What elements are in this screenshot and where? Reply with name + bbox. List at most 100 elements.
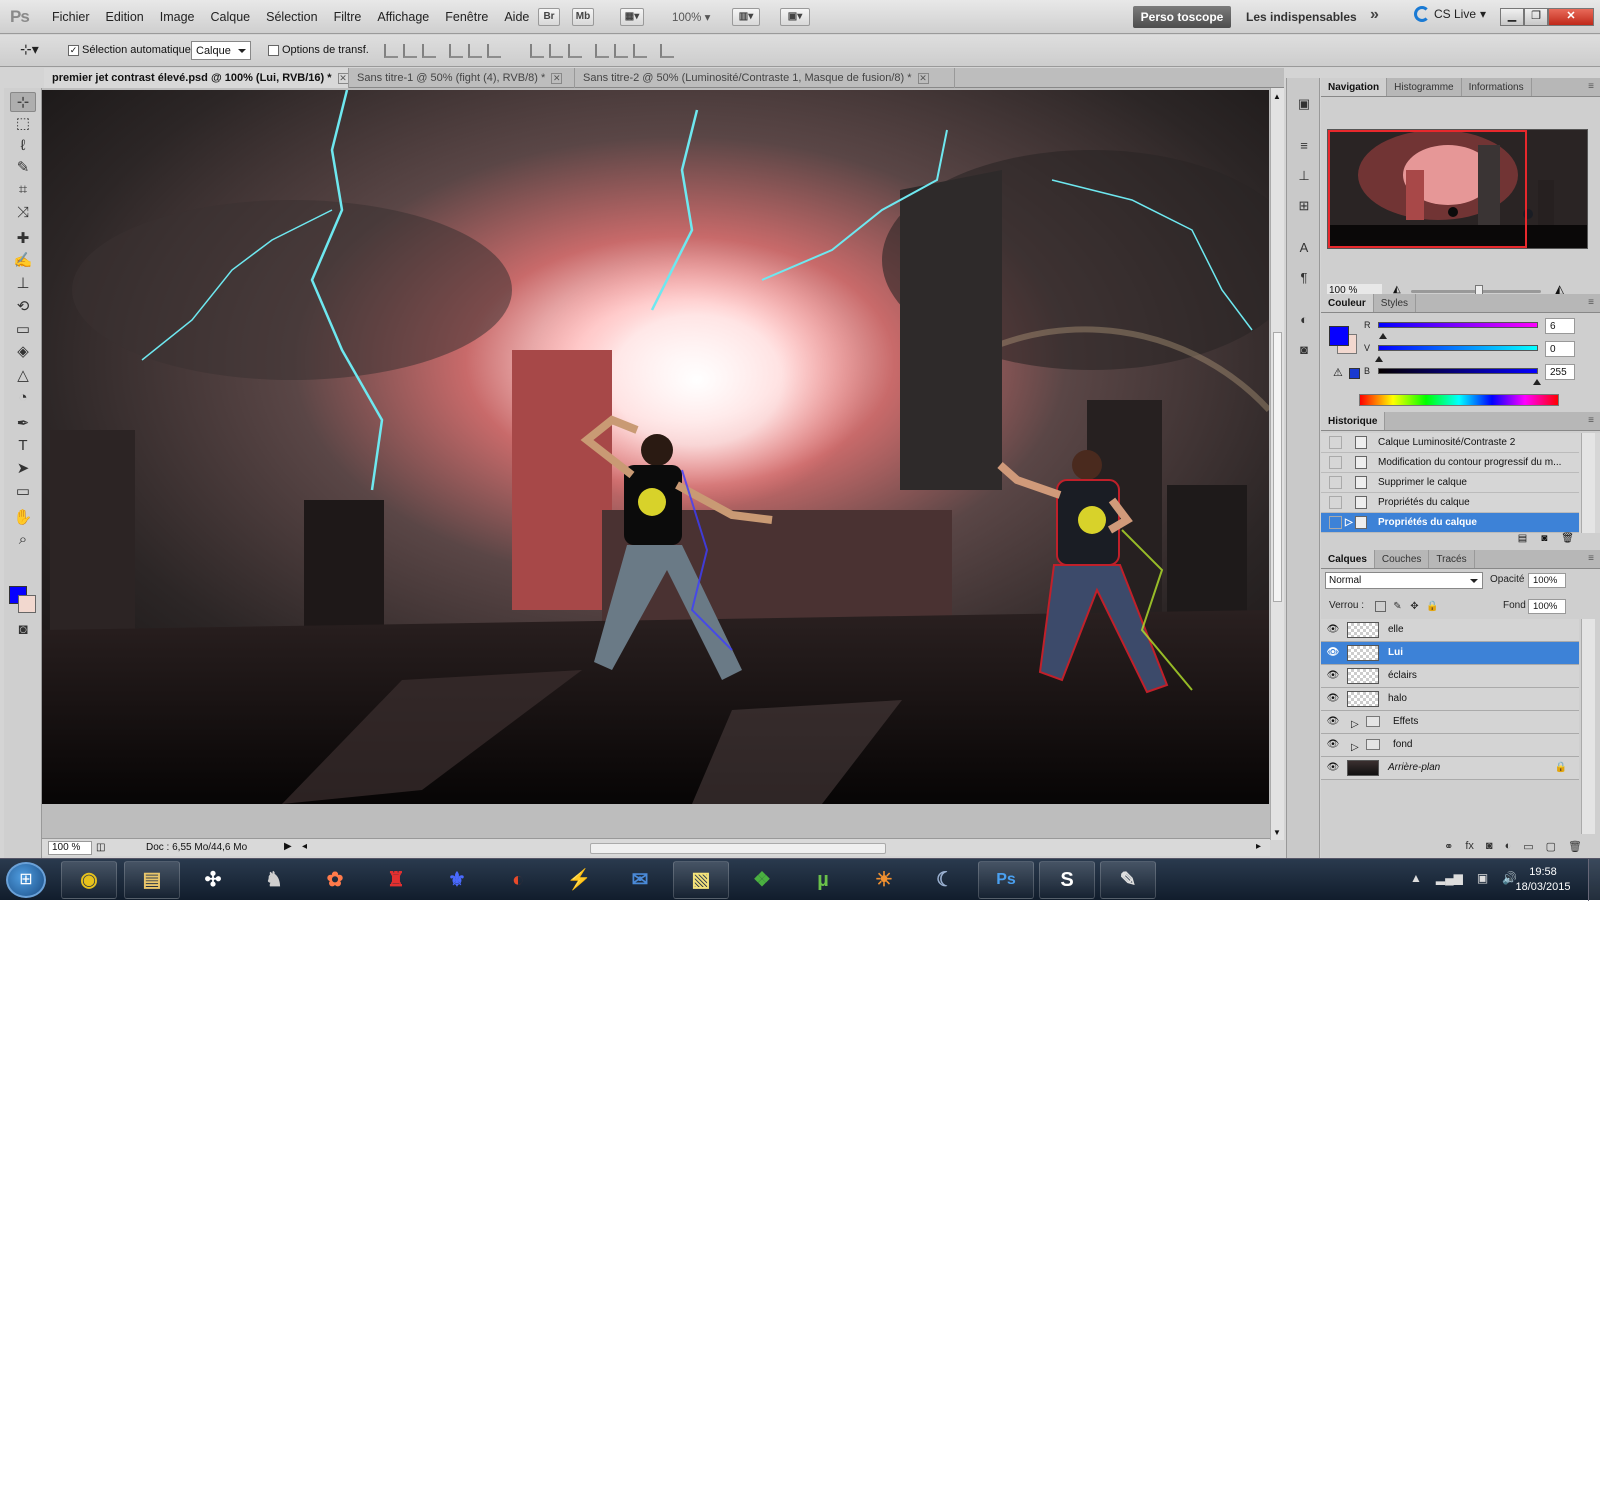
explorer-icon[interactable]: ▤	[124, 861, 180, 899]
start-button[interactable]: ⊞	[6, 862, 46, 898]
new-group-icon[interactable]: ▭	[1523, 840, 1533, 858]
background-color-swatch[interactable]	[18, 595, 36, 613]
character-panel-icon[interactable]: A	[1294, 238, 1314, 258]
chrome-icon[interactable]: ◉	[61, 861, 117, 899]
vertical-scroll-thumb[interactable]	[1273, 332, 1282, 602]
channel-b-slider-thumb[interactable]	[1533, 375, 1541, 385]
eraser-tool-icon[interactable]: ▭	[10, 320, 36, 340]
brush-tool-icon[interactable]: ✍	[10, 251, 36, 271]
vertical-scrollbar[interactable]: ▲ ▼	[1270, 88, 1284, 840]
color-foreground-swatch[interactable]	[1329, 326, 1349, 346]
history-item[interactable]: Propriétés du calque	[1321, 493, 1579, 513]
history-brush-source-box[interactable]	[1329, 496, 1342, 509]
menu-1[interactable]: Edition	[98, 0, 152, 34]
lock-position-icon[interactable]: ✥	[1409, 601, 1420, 612]
auto-select-checkbox[interactable]: ✓	[68, 44, 79, 56]
layer-row-éclairs[interactable]: 👁 éclairs	[1321, 665, 1579, 688]
menu-4[interactable]: Sélection	[258, 0, 325, 34]
tab-histogramme[interactable]: Histogramme	[1387, 78, 1462, 96]
history-brush-tool-icon[interactable]: ⟲	[10, 297, 36, 317]
distribute-top-icon[interactable]	[530, 44, 544, 58]
opacity-field[interactable]: 100%	[1528, 573, 1566, 588]
blur-tool-icon[interactable]: △	[10, 366, 36, 386]
view-extras-button[interactable]: ▦▾	[620, 8, 644, 26]
clone-source-panel-icon[interactable]: ⊥	[1294, 166, 1314, 186]
link-layers-icon[interactable]: ⚭	[1444, 840, 1453, 858]
channel-r-slider-thumb[interactable]	[1378, 329, 1387, 339]
new-adjustment-icon[interactable]: ◐	[1505, 840, 1512, 858]
close-button[interactable]: ✕	[1548, 8, 1594, 26]
transform-checkbox[interactable]	[268, 44, 279, 56]
scroll-down-icon[interactable]: ▼	[1273, 828, 1281, 837]
layer-row-halo[interactable]: 👁 halo	[1321, 688, 1579, 711]
lock-all-icon[interactable]: 🔒	[1426, 601, 1438, 612]
history-scrollbar[interactable]	[1581, 433, 1595, 533]
layer-row-lui[interactable]: 👁 Lui	[1321, 642, 1579, 665]
paragraph-panel-icon[interactable]: ¶	[1294, 268, 1314, 288]
lock-pixels-icon[interactable]: ✎	[1392, 601, 1403, 612]
app3-icon[interactable]: ✣	[185, 861, 241, 899]
history-brush-source-box[interactable]	[1329, 476, 1342, 489]
fill-field[interactable]: 100%	[1528, 599, 1566, 614]
dodge-tool-icon[interactable]: ◔	[10, 388, 36, 408]
paint-icon[interactable]: ✎	[1100, 861, 1156, 899]
mini-bridge-panel-icon[interactable]: ▣	[1294, 94, 1314, 114]
status-info-icon[interactable]: ◫	[96, 842, 105, 853]
visibility-eye-icon[interactable]: 👁	[1326, 716, 1340, 728]
tab-navigation[interactable]: Navigation	[1321, 78, 1388, 96]
paint-bucket-tool-icon[interactable]: ◈	[10, 342, 36, 362]
menu-8[interactable]: Aide	[496, 0, 537, 34]
align-bottom-icon[interactable]	[422, 44, 436, 58]
photoshop-icon[interactable]: Ps	[978, 861, 1034, 899]
menu-0[interactable]: Fichier	[44, 0, 98, 34]
document-tab-2[interactable]: Sans titre-2 @ 50% (Luminosité/Contraste…	[575, 68, 955, 88]
close-tab-icon[interactable]: ✕	[917, 73, 929, 84]
app6-icon[interactable]: ♜	[368, 861, 424, 899]
add-mask-icon[interactable]: ◙	[1486, 840, 1493, 858]
gamut-warning-icon[interactable]: ⚠	[1333, 366, 1343, 379]
transform-option[interactable]: Options de transf.	[268, 44, 369, 56]
distribute-hcenter-icon[interactable]	[614, 44, 628, 58]
minimize-button[interactable]: ▁	[1500, 8, 1524, 26]
history-item[interactable]: Calque Luminosité/Contraste 2	[1321, 433, 1579, 453]
expand-group-icon[interactable]: ▷	[1351, 737, 1359, 759]
network-icon[interactable]: ▣	[1477, 871, 1488, 885]
tab-historique[interactable]: Historique	[1321, 412, 1386, 430]
close-tab-icon[interactable]: ✕	[551, 73, 563, 84]
app5-icon[interactable]: ✿	[307, 861, 363, 899]
clock[interactable]: 19:58 18/03/2015	[1504, 865, 1582, 895]
app4-icon[interactable]: ♞	[246, 861, 302, 899]
mini-bridge-button[interactable]: Mb	[572, 8, 594, 26]
layer-style-icon[interactable]: fx	[1465, 840, 1474, 858]
panel-menu-icon[interactable]: ≡	[1588, 415, 1594, 426]
thunderbird-icon[interactable]: ✉	[612, 861, 668, 899]
adjustments-panel-icon[interactable]: ◐	[1294, 310, 1314, 330]
app15-icon[interactable]: ☾	[917, 861, 973, 899]
utorrent-icon[interactable]: µ	[795, 861, 851, 899]
channel-b-slider[interactable]	[1378, 368, 1541, 385]
tab-calques[interactable]: Calques	[1321, 550, 1375, 568]
lock-transparency-icon[interactable]	[1375, 601, 1386, 612]
status-zoom-field[interactable]: 100 %	[48, 841, 92, 855]
tab-informations[interactable]: Informations	[1462, 78, 1532, 96]
align-top-icon[interactable]	[384, 44, 398, 58]
crop-tool-icon[interactable]: ⌗	[10, 180, 36, 200]
menu-5[interactable]: Filtre	[326, 0, 370, 34]
distribute-right-icon[interactable]	[633, 44, 647, 58]
channel-b-value[interactable]: 255	[1545, 364, 1575, 380]
channel-r-slider[interactable]	[1378, 322, 1538, 339]
horizontal-scroll-thumb[interactable]	[590, 843, 886, 854]
history-brush-source-box[interactable]	[1329, 456, 1342, 469]
align-hcenter-icon[interactable]	[468, 44, 482, 58]
visibility-eye-icon[interactable]: 👁	[1326, 739, 1340, 751]
auto-select-option[interactable]: ✓ Sélection automatique :	[68, 44, 197, 56]
delete-layer-icon[interactable]: 🗑	[1568, 840, 1582, 858]
cs-live-button[interactable]: CS Live ▾	[1414, 6, 1486, 22]
channel-v-value[interactable]: 0	[1545, 341, 1575, 357]
eyedropper-tool-icon[interactable]: ⤨	[10, 203, 36, 223]
scroll-up-icon[interactable]: ▲	[1273, 92, 1281, 101]
app14-icon[interactable]: ☀	[856, 861, 912, 899]
pen-tool-icon[interactable]: ✒	[10, 414, 36, 434]
app7-icon[interactable]: ⚜	[429, 861, 485, 899]
channel-r-value[interactable]: 6	[1545, 318, 1575, 334]
